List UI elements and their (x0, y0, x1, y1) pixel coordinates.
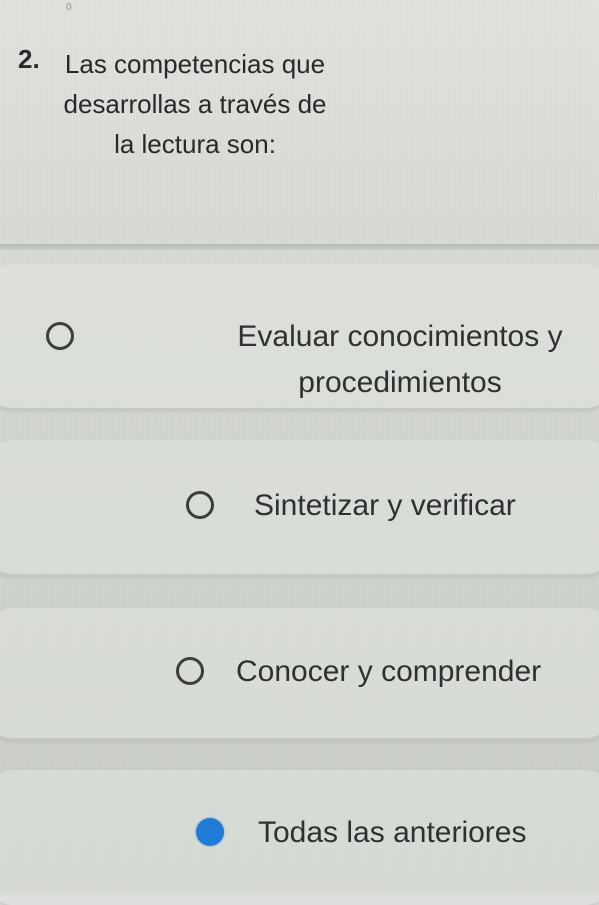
option-todas[interactable]: Todas las anteriores (0, 770, 599, 905)
option-label: Conocer y comprender (236, 655, 542, 688)
option-label: Sintetizar y verificar (254, 489, 516, 522)
radio-button-selected-icon[interactable] (196, 818, 224, 846)
section-divider (0, 244, 599, 250)
option-conocer[interactable]: Conocer y comprender (0, 608, 599, 741)
option-label: Todas las anteriores (258, 816, 527, 849)
radio-button-icon[interactable] (46, 322, 74, 350)
question-number: 2. (18, 44, 40, 74)
option-sintetizar[interactable]: Sintetizar y verificar (0, 440, 599, 577)
radio-button-icon[interactable] (186, 491, 214, 519)
option-evaluar[interactable]: Evaluar conocimientos y procedimientos (0, 264, 599, 411)
quiz-screen: 0 2. Las competencias que desarrollas a … (0, 0, 599, 905)
question-card: 2. Las competencias que desarrollas a tr… (0, 0, 599, 246)
question-text: Las competencias que desarrollas a travé… (63, 49, 327, 159)
option-label: Evaluar conocimientos y procedimientos (237, 320, 563, 399)
radio-button-icon[interactable] (176, 657, 204, 685)
